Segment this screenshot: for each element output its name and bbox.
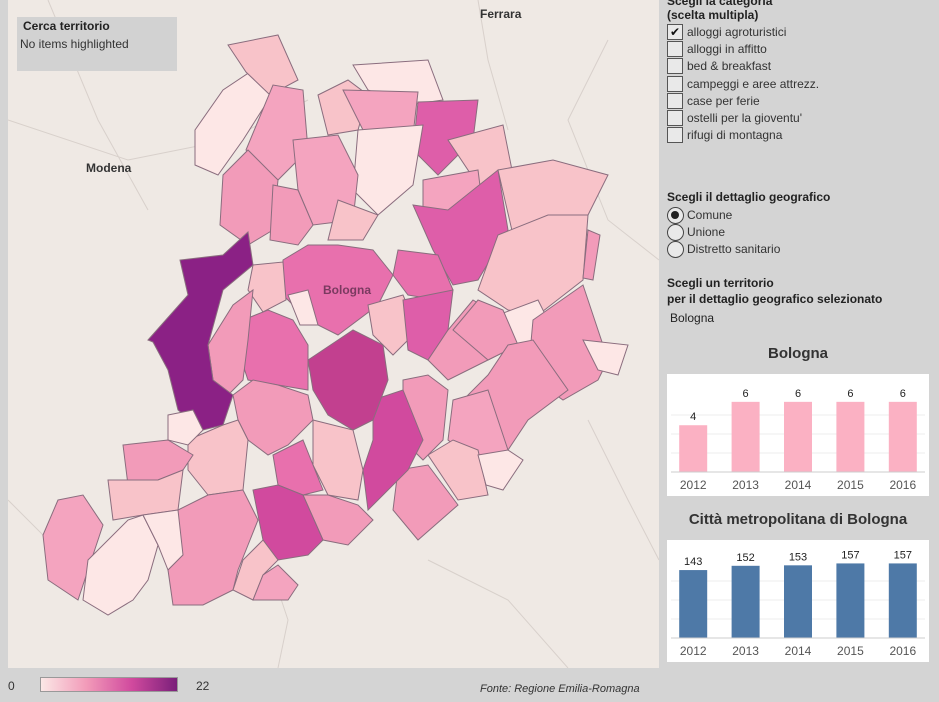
category-option-label: campeggi e aree attrezz. bbox=[687, 76, 820, 91]
legend-max-label: 22 bbox=[196, 679, 210, 693]
search-title: Cerca territorio bbox=[23, 19, 110, 33]
category-option[interactable]: ✔ alloggi agroturistici bbox=[667, 24, 867, 41]
chart-bar[interactable] bbox=[731, 565, 760, 638]
radio-icon[interactable] bbox=[667, 224, 684, 241]
x-tick-label: 2014 bbox=[785, 644, 812, 658]
bar-chart-bologna: 4 2012 6 2013 6 2014 6 2015 6 2016 bbox=[667, 374, 929, 496]
category-option[interactable]: case per ferie bbox=[667, 92, 867, 110]
choropleth-map[interactable]: Cerca territorio No items highlighted Mo… bbox=[8, 0, 659, 668]
category-option[interactable]: bed & breakfast bbox=[667, 58, 867, 75]
bar-data-label: 4 bbox=[690, 411, 696, 423]
bar-data-label: 6 bbox=[900, 388, 906, 400]
category-option-label: case per ferie bbox=[687, 93, 760, 108]
chart-bar[interactable] bbox=[836, 563, 865, 638]
radio-icon[interactable] bbox=[667, 241, 684, 258]
chart-bar[interactable] bbox=[731, 401, 760, 472]
municipality-area[interactable] bbox=[352, 124, 424, 216]
bar-data-label: 157 bbox=[841, 549, 859, 561]
territory-subtitle: per il dettaglio geografico selezionato bbox=[667, 292, 883, 306]
checkbox-icon[interactable] bbox=[667, 58, 683, 75]
chart-bar[interactable] bbox=[836, 401, 865, 472]
source-credit: Fonte: Regione Emilia-Romagna bbox=[480, 683, 640, 695]
x-tick-label: 2016 bbox=[889, 644, 916, 658]
checkbox-icon[interactable] bbox=[667, 41, 683, 58]
bar-data-label: 6 bbox=[743, 388, 749, 400]
category-title: Scegli la categoria bbox=[667, 0, 773, 8]
category-option[interactable]: ostelli per la gioventu' bbox=[667, 110, 867, 127]
bar-data-label: 153 bbox=[789, 551, 807, 563]
chart-bar[interactable] bbox=[888, 563, 917, 638]
category-option-label: ostelli per la gioventu' bbox=[687, 111, 803, 125]
geo-detail-option[interactable]: Comune bbox=[667, 207, 867, 224]
legend-min-label: 0 bbox=[8, 679, 15, 693]
city-label-modena: Modena bbox=[86, 161, 132, 175]
radio-selected-icon[interactable] bbox=[667, 207, 684, 224]
chart-bologna-svg: 4 2012 6 2013 6 2014 6 2015 6 2016 bbox=[671, 388, 925, 492]
chart-bar[interactable] bbox=[679, 425, 708, 472]
bar-data-label: 143 bbox=[684, 556, 702, 568]
x-tick-label: 2012 bbox=[680, 644, 707, 658]
chart-bar[interactable] bbox=[679, 570, 708, 638]
bar-data-label: 157 bbox=[894, 549, 912, 561]
city-label-bologna: Bologna bbox=[323, 283, 371, 297]
geo-detail-option[interactable]: Unione bbox=[667, 224, 867, 241]
geo-detail-title: Scegli il dettaglio geografico bbox=[667, 190, 831, 204]
x-tick-label: 2012 bbox=[680, 478, 707, 492]
x-tick-label: 2016 bbox=[889, 478, 916, 492]
municipality-area[interactable] bbox=[122, 439, 194, 486]
bar-data-label: 152 bbox=[736, 552, 754, 564]
category-option[interactable]: rifugi di montagna bbox=[667, 127, 867, 144]
x-tick-label: 2013 bbox=[732, 644, 759, 658]
category-option-label: alloggi agroturistici bbox=[687, 25, 787, 39]
checkbox-icon[interactable] bbox=[667, 127, 683, 144]
x-tick-label: 2013 bbox=[732, 478, 759, 492]
search-territory-box[interactable]: Cerca territorio No items highlighted bbox=[17, 17, 177, 71]
category-option[interactable]: campeggi e aree attrezz. bbox=[667, 75, 867, 93]
checkbox-checked-icon[interactable]: ✔ bbox=[667, 24, 683, 40]
map-canvas bbox=[8, 0, 659, 668]
chart-bar[interactable] bbox=[888, 401, 917, 472]
category-option-label: rifugi di montagna bbox=[687, 128, 783, 143]
checkbox-icon[interactable] bbox=[667, 110, 683, 126]
category-subtitle: (scelta multipla) bbox=[667, 8, 759, 22]
x-tick-label: 2015 bbox=[837, 644, 864, 658]
x-tick-label: 2015 bbox=[837, 478, 864, 492]
territory-selector[interactable]: Bologna bbox=[670, 311, 714, 325]
bar-chart-metro: 143 2012 152 2013 153 2014 157 2015 157 2016 bbox=[667, 540, 929, 662]
geo-detail-option-label: Comune bbox=[687, 208, 733, 222]
chart-metro-svg: 143 2012 152 2013 153 2014 157 2015 157 2016 bbox=[671, 549, 925, 658]
category-option-label: bed & breakfast bbox=[687, 59, 772, 74]
chart-bar[interactable] bbox=[784, 401, 812, 472]
x-tick-label: 2014 bbox=[785, 478, 812, 492]
geo-detail-option-label: Distretto sanitario bbox=[687, 242, 781, 256]
geo-detail-option-label: Unione bbox=[687, 225, 726, 239]
chart-title-metro: Città metropolitana di Bologna bbox=[688, 511, 908, 528]
category-option[interactable]: alloggi in affitto bbox=[667, 41, 867, 58]
chart-bar[interactable] bbox=[784, 565, 812, 638]
city-label-ferrara: Ferrara bbox=[480, 7, 522, 21]
chart-title-bologna: Bologna bbox=[768, 345, 828, 362]
checkbox-icon[interactable] bbox=[667, 75, 683, 92]
bar-data-label: 6 bbox=[795, 388, 801, 400]
color-legend-bar bbox=[40, 677, 178, 692]
checkbox-icon[interactable] bbox=[667, 92, 683, 109]
bar-data-label: 6 bbox=[847, 388, 853, 400]
search-status: No items highlighted bbox=[20, 37, 129, 51]
municipality-area[interactable] bbox=[247, 261, 287, 313]
territory-title: Scegli un territorio bbox=[667, 276, 774, 290]
category-option-label: alloggi in affitto bbox=[687, 42, 767, 57]
geo-detail-option[interactable]: Distretto sanitario bbox=[667, 241, 867, 258]
